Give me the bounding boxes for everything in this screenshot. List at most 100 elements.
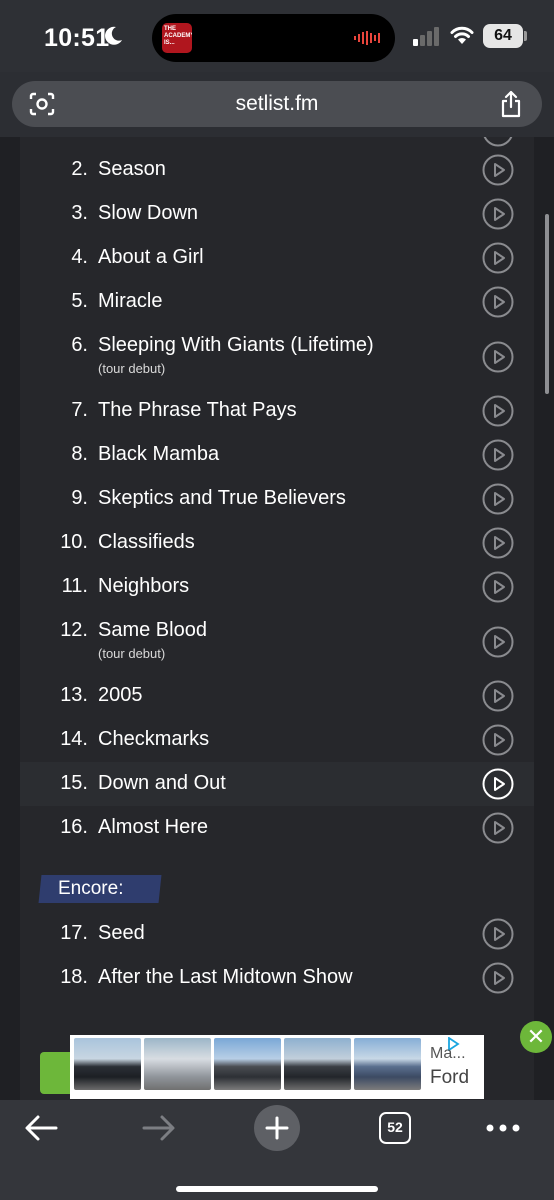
song-row[interactable]: 17. Seed <box>20 912 534 956</box>
song-row[interactable]: 14. Checkmarks <box>20 718 534 762</box>
browser-toolbar: 52 <box>0 1100 554 1200</box>
more-menu-icon[interactable] <box>486 1124 520 1132</box>
song-number: 8. <box>71 443 88 465</box>
song-row[interactable]: 13. 2005 <box>20 674 534 718</box>
play-icon[interactable] <box>482 198 514 230</box>
play-icon[interactable] <box>482 439 514 471</box>
moon-icon <box>105 26 122 45</box>
battery-indicator: 64 <box>483 24 523 48</box>
ad-close-button[interactable]: ✕ <box>520 1021 552 1053</box>
forward-arrow-icon[interactable] <box>142 1114 176 1142</box>
song-row[interactable]: 7. The Phrase That Pays <box>20 389 534 433</box>
song-title[interactable]: Classifieds <box>98 531 195 554</box>
song-title[interactable]: Checkmarks <box>98 728 209 751</box>
play-icon[interactable] <box>482 962 514 994</box>
song-number: 17. <box>60 922 88 944</box>
song-title[interactable]: Down and Out <box>98 772 226 795</box>
play-icon[interactable] <box>482 812 514 844</box>
song-row[interactable]: 10. Classifieds <box>20 521 534 565</box>
ad-side-button[interactable] <box>40 1052 74 1094</box>
play-icon[interactable] <box>482 341 514 373</box>
scrollbar[interactable] <box>545 214 549 394</box>
home-indicator[interactable] <box>176 1186 378 1192</box>
song-title[interactable]: Seed <box>98 922 145 945</box>
play-icon[interactable] <box>482 154 514 186</box>
song-title[interactable]: Neighbors <box>98 575 189 598</box>
ad-car-image[interactable] <box>284 1038 351 1090</box>
song-title[interactable]: About a Girl <box>98 246 204 269</box>
song-row[interactable]: 16. Almost Here <box>20 806 534 850</box>
song-title[interactable]: Same Blood <box>98 619 207 642</box>
song-number: 15. <box>60 772 88 794</box>
song-title[interactable]: The Phrase That Pays <box>98 399 297 422</box>
audio-waveform-icon <box>354 31 380 45</box>
song-note: (tour debut) <box>98 361 166 376</box>
plus-icon <box>265 1116 289 1140</box>
ad-car-image[interactable] <box>144 1038 211 1090</box>
dynamic-island[interactable]: THE ACADEMY IS... <box>152 14 395 62</box>
song-number: 18. <box>60 966 88 988</box>
song-title[interactable]: Miracle <box>98 290 162 313</box>
song-row[interactable]: 18. After the Last Midtown Show <box>20 956 534 1000</box>
cellular-signal-icon <box>413 27 439 46</box>
song-row[interactable]: 2. Season <box>20 148 534 192</box>
song-title[interactable]: Sleeping With Giants (Lifetime) <box>98 334 374 357</box>
share-icon[interactable] <box>499 90 523 118</box>
song-title[interactable]: Season <box>98 158 166 181</box>
song-number: 10. <box>60 531 88 553</box>
now-playing-artwork: THE ACADEMY IS... <box>162 23 192 53</box>
song-title[interactable]: Slow Down <box>98 202 198 225</box>
play-icon[interactable] <box>482 286 514 318</box>
song-number: 6. <box>71 334 88 356</box>
ad-car-image[interactable] <box>354 1038 421 1090</box>
song-row[interactable]: 15. Down and Out <box>20 762 534 806</box>
wifi-icon <box>450 26 474 44</box>
play-icon[interactable] <box>482 483 514 515</box>
song-row[interactable]: 4. About a Girl <box>20 236 534 280</box>
song-title[interactable]: Black Mamba <box>98 443 219 466</box>
song-number: 16. <box>60 816 88 838</box>
song-number: 9. <box>71 487 88 509</box>
song-row[interactable]: 5. Miracle <box>20 280 534 324</box>
address-bar[interactable]: setlist.fm <box>12 81 542 127</box>
song-title[interactable]: Almost Here <box>98 816 208 839</box>
song-number: 2. <box>71 158 88 180</box>
song-number: 5. <box>71 290 88 312</box>
song-title[interactable]: Skeptics and True Believers <box>98 487 346 510</box>
play-icon[interactable] <box>482 527 514 559</box>
play-icon[interactable] <box>482 680 514 712</box>
song-number: 14. <box>60 728 88 750</box>
clock: 10:51 <box>44 24 110 52</box>
ad-banner[interactable]: Ma... Ford <box>70 1035 484 1099</box>
back-arrow-icon[interactable] <box>24 1114 58 1142</box>
song-row[interactable]: 6. Sleeping With Giants (Lifetime) (tour d… <box>20 324 534 389</box>
play-icon[interactable] <box>482 395 514 427</box>
tab-switcher-button[interactable]: 52 <box>379 1112 411 1144</box>
song-row[interactable]: 12. Same Blood (tour debut) <box>20 609 534 674</box>
ad-text-headline[interactable]: Ma... <box>430 1045 466 1063</box>
status-bar: 10:51 THE ACADEMY IS... 64 <box>0 0 554 72</box>
ad-text-brand[interactable]: Ford <box>430 1067 469 1089</box>
song-title[interactable]: After the Last Midtown Show <box>98 966 353 989</box>
song-row[interactable]: 8. Black Mamba <box>20 433 534 477</box>
play-icon[interactable] <box>482 724 514 756</box>
play-icon[interactable] <box>482 137 514 147</box>
ad-car-image[interactable] <box>214 1038 281 1090</box>
play-icon[interactable] <box>482 242 514 274</box>
ad-car-image[interactable] <box>74 1038 141 1090</box>
new-tab-button[interactable] <box>254 1105 300 1151</box>
song-number: 3. <box>71 202 88 224</box>
song-row[interactable]: 3. Slow Down <box>20 192 534 236</box>
song-row[interactable]: 9. Skeptics and True Believers <box>20 477 534 521</box>
play-icon[interactable] <box>482 571 514 603</box>
battery-nub <box>524 31 527 41</box>
play-icon[interactable] <box>482 626 514 658</box>
song-number: 4. <box>71 246 88 268</box>
song-note: (tour debut) <box>98 646 166 661</box>
song-row[interactable]: 11. Neighbors <box>20 565 534 609</box>
play-icon[interactable] <box>482 918 514 950</box>
song-title[interactable]: 2005 <box>98 684 143 707</box>
url-text[interactable]: setlist.fm <box>12 92 542 116</box>
song-number: 7. <box>71 399 88 421</box>
play-icon[interactable] <box>482 768 514 800</box>
